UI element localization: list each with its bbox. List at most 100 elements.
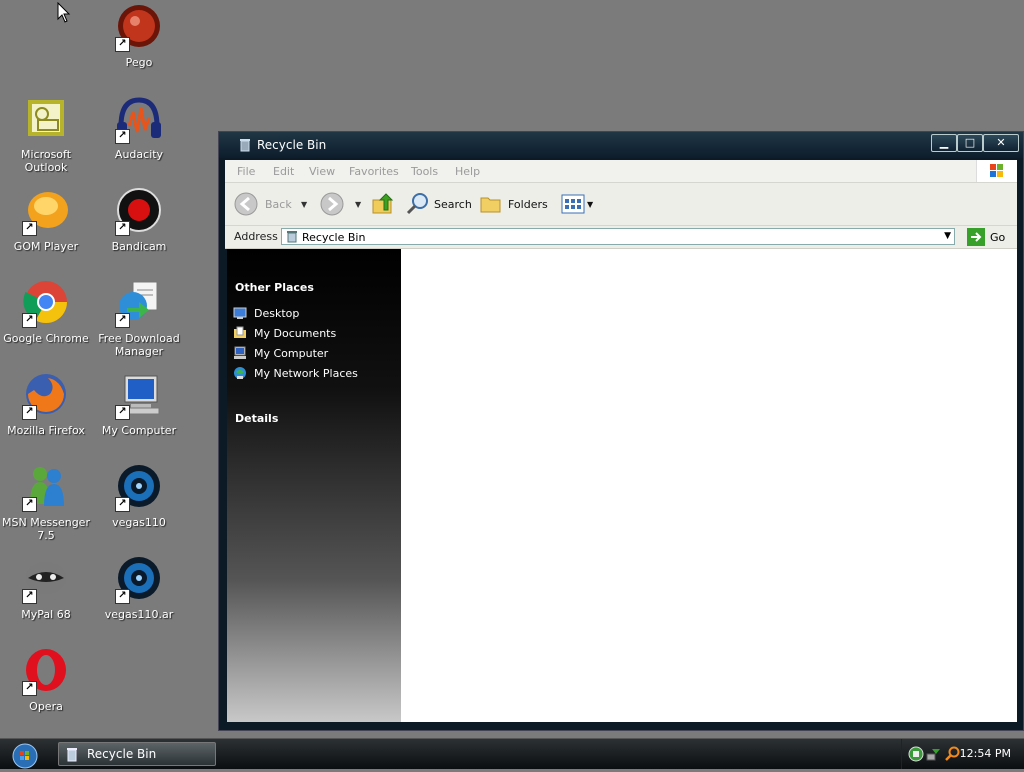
my-documents-icon bbox=[234, 326, 246, 338]
details-heading[interactable]: Details bbox=[235, 412, 278, 425]
desktop-icon-label: Free Download Manager bbox=[98, 332, 180, 358]
recycle-bin-window: Recycle Bin ▁ □ ✕ File Edit View Favorit… bbox=[218, 131, 1024, 731]
place-my-documents[interactable]: My Documents bbox=[233, 326, 336, 340]
menu-bar: File Edit View Favorites Tools Help bbox=[225, 160, 1017, 183]
forward-arrow-icon bbox=[320, 192, 344, 216]
mypal-icon: ↗ bbox=[22, 556, 70, 604]
vegas-icon: ↗ bbox=[115, 556, 163, 604]
desktop-icon-vegas110[interactable]: ↗ vegas110 bbox=[93, 464, 185, 529]
task-pane: Other Places Desktop My Documents My Com… bbox=[227, 249, 401, 722]
views-dropdown-icon: ▼ bbox=[587, 199, 594, 209]
desktop-icon bbox=[233, 307, 247, 319]
start-button[interactable] bbox=[4, 741, 42, 769]
place-my-network-places[interactable]: My Network Places bbox=[233, 366, 358, 380]
system-tray: 12:54 PM bbox=[901, 739, 1024, 769]
forward-button[interactable] bbox=[319, 191, 345, 217]
content-area: Other Places Desktop My Documents My Com… bbox=[227, 249, 1017, 722]
address-dropdown-icon[interactable]: ▼ bbox=[944, 231, 951, 241]
msn-messenger-icon: ↗ bbox=[22, 464, 70, 512]
desktop-icon-label: Google Chrome bbox=[3, 332, 89, 345]
desktop-icon-label: vegas110 bbox=[112, 516, 166, 529]
desktop-icon-opera[interactable]: ↗ Opera bbox=[0, 648, 92, 713]
gom-player-icon: ↗ bbox=[22, 188, 70, 236]
folders-button[interactable]: Folders bbox=[479, 191, 548, 217]
folder-icon bbox=[480, 197, 501, 213]
recycle-bin-icon bbox=[67, 748, 77, 762]
tray-status-icon[interactable] bbox=[908, 746, 924, 762]
menu-edit[interactable]: Edit bbox=[273, 165, 294, 178]
address-bar: Address Recycle Bin ▼ Go bbox=[225, 226, 1017, 249]
chrome-icon: ↗ bbox=[22, 280, 70, 328]
desktop-icon-label: My Computer bbox=[101, 424, 177, 437]
my-computer-icon bbox=[234, 346, 246, 359]
address-value: Recycle Bin bbox=[302, 231, 366, 244]
network-icon[interactable] bbox=[926, 746, 942, 762]
taskbar-button-recycle-bin[interactable]: Recycle Bin bbox=[58, 742, 216, 766]
close-button[interactable]: ✕ bbox=[983, 134, 1019, 152]
desktop-icon-label: Mozilla Firefox bbox=[7, 424, 85, 437]
desktop-icon-msn-messenger[interactable]: ↗ MSN Messenger 7.5 bbox=[0, 464, 92, 542]
desktop-icon-pego[interactable]: ↗ Pego bbox=[93, 4, 185, 69]
views-icon bbox=[561, 194, 585, 214]
desktop-icon-google-chrome[interactable]: ↗ Google Chrome bbox=[0, 280, 92, 345]
up-folder-button[interactable] bbox=[371, 191, 395, 217]
forward-dropdown-icon[interactable]: ▼ bbox=[355, 191, 361, 217]
desktop-icon-microsoft-outlook[interactable]: Microsoft Outlook bbox=[0, 96, 92, 174]
search-tray-icon[interactable] bbox=[944, 746, 960, 762]
back-dropdown-icon[interactable]: ▼ bbox=[301, 191, 307, 217]
menu-favorites[interactable]: Favorites bbox=[349, 165, 399, 178]
place-desktop[interactable]: Desktop bbox=[233, 306, 299, 320]
up-folder-icon bbox=[372, 193, 394, 214]
desktop-icon-label: MyPal 68 bbox=[21, 608, 71, 621]
file-list[interactable] bbox=[401, 249, 1017, 722]
views-button[interactable]: ▼ bbox=[561, 191, 593, 217]
desktop-icon-label: Opera bbox=[29, 700, 63, 713]
menu-help[interactable]: Help bbox=[455, 165, 480, 178]
firefox-icon: ↗ bbox=[22, 372, 70, 420]
menu-view[interactable]: View bbox=[309, 165, 335, 178]
folders-label: Folders bbox=[508, 197, 548, 211]
desktop-icon-mozilla-firefox[interactable]: ↗ Mozilla Firefox bbox=[0, 372, 92, 437]
search-label: Search bbox=[434, 197, 472, 211]
back-arrow-icon bbox=[234, 192, 258, 216]
go-button[interactable]: Go bbox=[967, 228, 1005, 246]
go-arrow-icon bbox=[967, 228, 985, 246]
desktop-icon-audacity[interactable]: ↗ Audacity bbox=[93, 96, 185, 161]
search-button[interactable]: Search bbox=[405, 191, 472, 217]
desktop-icon-label: Microsoft Outlook bbox=[20, 148, 72, 174]
desktop-icon-mypal[interactable]: ↗ MyPal 68 bbox=[0, 556, 92, 621]
pego-icon: ↗ bbox=[115, 4, 163, 52]
back-button[interactable]: Back bbox=[233, 191, 292, 217]
desktop-icon-gom-player[interactable]: ↗ GOM Player bbox=[0, 188, 92, 253]
desktop-icon-label: Audacity bbox=[114, 148, 164, 161]
desktop-icon-bandicam[interactable]: ↗ Bandicam bbox=[93, 188, 185, 253]
desktop-icon-label: vegas110.ar bbox=[104, 608, 174, 621]
bandicam-icon: ↗ bbox=[115, 188, 163, 236]
menu-tools[interactable]: Tools bbox=[411, 165, 438, 178]
outlook-icon bbox=[22, 96, 70, 144]
minimize-button[interactable]: ▁ bbox=[931, 134, 957, 152]
go-label: Go bbox=[990, 230, 1006, 244]
network-places-icon bbox=[234, 367, 246, 379]
recycle-bin-icon bbox=[287, 231, 297, 243]
address-label: Address bbox=[234, 230, 278, 243]
taskbar-button-label: Recycle Bin bbox=[87, 747, 157, 761]
title-bar[interactable]: Recycle Bin ▁ □ ✕ bbox=[219, 132, 1023, 158]
menu-file[interactable]: File bbox=[237, 165, 255, 178]
audacity-icon: ↗ bbox=[115, 96, 163, 144]
desktop-icon-free-download-manager[interactable]: ↗ Free Download Manager bbox=[93, 280, 185, 358]
my-computer-icon: ↗ bbox=[115, 372, 163, 420]
desktop-icon-vegas110-ar[interactable]: ↗ vegas110.ar bbox=[93, 556, 185, 621]
search-icon bbox=[406, 193, 428, 215]
address-input[interactable]: Recycle Bin ▼ bbox=[281, 228, 955, 245]
place-my-computer[interactable]: My Computer bbox=[233, 346, 328, 360]
windows-orb-icon bbox=[12, 743, 38, 769]
free-download-manager-icon: ↗ bbox=[115, 280, 163, 328]
back-label: Back bbox=[265, 197, 292, 211]
maximize-button[interactable]: □ bbox=[957, 134, 983, 152]
windows-logo-icon bbox=[976, 160, 1017, 182]
clock[interactable]: 12:54 PM bbox=[960, 747, 1011, 760]
desktop-icon-my-computer[interactable]: ↗ My Computer bbox=[93, 372, 185, 437]
other-places-heading[interactable]: Other Places bbox=[235, 281, 314, 294]
desktop-icon-label: Bandicam bbox=[111, 240, 167, 253]
